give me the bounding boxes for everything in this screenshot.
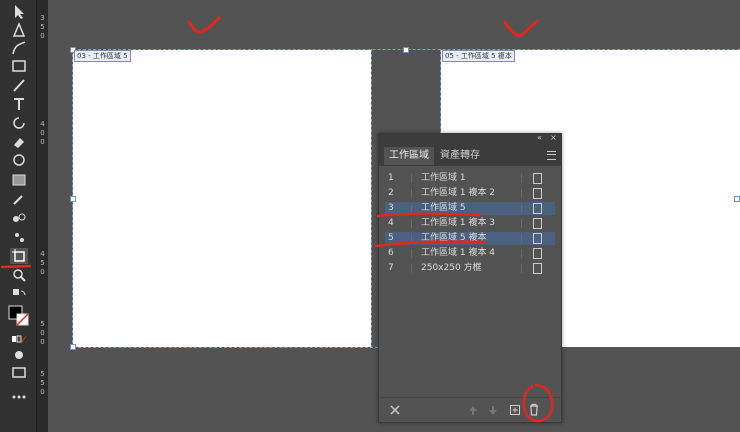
ruler-mark: 0 bbox=[40, 129, 45, 137]
draw-mode-icon[interactable] bbox=[10, 347, 28, 363]
artboard-options-icon[interactable] bbox=[533, 233, 542, 244]
more-tools-icon[interactable] bbox=[10, 389, 28, 405]
ruler-mark: 5 bbox=[40, 23, 45, 31]
ruler-mark: 0 bbox=[40, 138, 45, 146]
rearrange-icon[interactable] bbox=[389, 404, 401, 416]
ruler-mark: 5 bbox=[40, 379, 45, 387]
artboard-label-left[interactable]: 03 - 工作區域 5 bbox=[74, 50, 131, 62]
symbol-sprayer-tool-icon[interactable] bbox=[10, 229, 28, 245]
ruler-mark: 0 bbox=[40, 388, 45, 396]
row-number: 1 bbox=[388, 173, 394, 183]
resize-handle[interactable] bbox=[403, 47, 409, 53]
selection-outline-bottom bbox=[73, 347, 378, 348]
artboard-left[interactable] bbox=[73, 50, 371, 347]
tools-panel bbox=[0, 0, 36, 432]
artboard-right-edge bbox=[440, 49, 441, 139]
artboard-options-icon[interactable] bbox=[533, 263, 542, 274]
artboard-label-right[interactable]: 05 - 工作區域 5 複本 bbox=[442, 50, 515, 62]
double-chevron-icon[interactable]: « bbox=[537, 133, 542, 142]
swap-colors-icon[interactable] bbox=[10, 287, 28, 303]
rotate-tool-icon[interactable] bbox=[10, 115, 28, 131]
rectangle-tool-icon[interactable] bbox=[10, 58, 28, 74]
gradient-tool-icon[interactable] bbox=[10, 172, 28, 188]
paintbrush-tool-icon[interactable] bbox=[10, 77, 28, 93]
artboard-options-icon[interactable] bbox=[533, 188, 542, 199]
selection-tool-icon[interactable] bbox=[10, 4, 28, 20]
ruler-mark: 0 bbox=[40, 338, 45, 346]
artboard-row[interactable]: 7 250x250 方框 bbox=[385, 262, 555, 275]
move-down-icon[interactable] bbox=[487, 404, 499, 416]
eraser-tool-icon[interactable] bbox=[10, 134, 28, 150]
resize-handle[interactable] bbox=[70, 196, 76, 202]
tab-artboards[interactable]: 工作區域 bbox=[384, 147, 434, 165]
annotation-check-right bbox=[503, 19, 539, 38]
fill-stroke-swatch-icon[interactable] bbox=[8, 305, 30, 327]
ruler-mark: 5 bbox=[40, 320, 45, 328]
row-name[interactable]: 250x250 方框 bbox=[421, 262, 482, 275]
blend-tool-icon[interactable] bbox=[10, 210, 28, 226]
row-number: 2 bbox=[388, 188, 394, 198]
pen-tool-icon[interactable] bbox=[10, 22, 28, 38]
annotation-underline-row3 bbox=[376, 212, 481, 218]
row-number: 7 bbox=[388, 263, 394, 273]
artboards-panel: « × 工作區域 資產轉存 1 工作區域 1 2 工作區域 1 複本 2 3 工… bbox=[374, 133, 562, 423]
row-name[interactable]: 工作區域 1 bbox=[421, 172, 466, 185]
hamburger-menu-icon[interactable] bbox=[547, 151, 556, 160]
resize-handle[interactable] bbox=[734, 196, 740, 202]
ruler-mark: 5 bbox=[40, 259, 45, 267]
ruler-mark: 0 bbox=[40, 268, 45, 276]
move-up-icon[interactable] bbox=[467, 404, 479, 416]
ruler-mark: 0 bbox=[40, 329, 45, 337]
ruler-mark: 4 bbox=[40, 250, 45, 258]
annotation-check-left bbox=[187, 16, 221, 34]
ruler-mark: 3 bbox=[40, 14, 45, 22]
artboard-options-icon[interactable] bbox=[533, 203, 542, 214]
artboard-row[interactable]: 1 工作區域 1 bbox=[385, 172, 555, 185]
vertical-ruler: 3 5 0 4 0 0 4 5 0 5 0 0 5 5 0 bbox=[36, 0, 48, 432]
annotation-underline-tool bbox=[0, 264, 32, 269]
panel-tabs: 工作區域 資產轉存 bbox=[379, 144, 561, 166]
annotation-circle-delete bbox=[522, 383, 554, 423]
close-icon[interactable]: × bbox=[550, 133, 557, 142]
artboard-options-icon[interactable] bbox=[533, 173, 542, 184]
artboard-left-edge bbox=[371, 49, 372, 348]
artboard-options-icon[interactable] bbox=[533, 248, 542, 259]
artboard-row[interactable]: 2 工作區域 1 複本 2 bbox=[385, 187, 555, 200]
color-mode-icon[interactable] bbox=[10, 331, 28, 347]
ruler-mark: 4 bbox=[40, 120, 45, 128]
type-tool-icon[interactable] bbox=[10, 96, 28, 112]
shape-builder-tool-icon[interactable] bbox=[10, 152, 28, 168]
artboard-options-icon[interactable] bbox=[533, 218, 542, 229]
panel-header-bar[interactable]: « × bbox=[379, 133, 561, 144]
annotation-underline-row5 bbox=[374, 240, 487, 248]
resize-handle[interactable] bbox=[70, 344, 76, 350]
curvature-tool-icon[interactable] bbox=[10, 40, 28, 56]
ruler-mark: 5 bbox=[40, 370, 45, 378]
eyedropper-tool-icon[interactable] bbox=[10, 191, 28, 207]
tab-asset-export[interactable]: 資產轉存 bbox=[435, 147, 485, 165]
ruler-mark: 0 bbox=[40, 32, 45, 40]
row-name[interactable]: 工作區域 1 複本 2 bbox=[421, 187, 495, 200]
screen-mode-icon[interactable] bbox=[10, 364, 28, 380]
